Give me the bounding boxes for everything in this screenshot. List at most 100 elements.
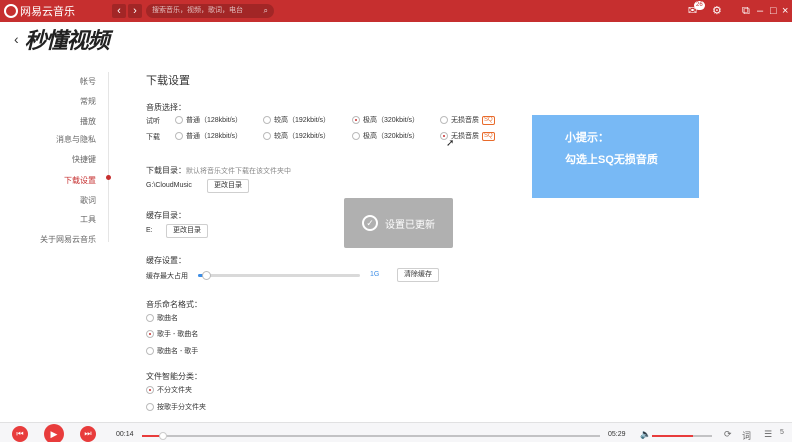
- naming-format-option[interactable]: 歌曲名 - 歌手: [146, 346, 198, 356]
- radio-button-icon[interactable]: [352, 116, 360, 124]
- smart-folder-option[interactable]: 不分文件夹: [146, 385, 192, 395]
- cache-slider-handle[interactable]: [202, 271, 212, 280]
- close-icon[interactable]: ×: [782, 4, 788, 18]
- cache-size-value: 1G: [370, 271, 380, 278]
- quality-option-label: 极高（320kbit/s）: [363, 117, 420, 124]
- clear-cache-button[interactable]: 清除缓存: [397, 268, 439, 282]
- radio-button-icon[interactable]: [146, 347, 154, 355]
- quality-option[interactable]: 普通（128kbit/s）: [175, 131, 242, 141]
- back-arrow-icon[interactable]: ‹: [14, 31, 19, 47]
- check-circle-icon: ✓: [362, 215, 378, 231]
- radio-button-icon[interactable]: [146, 330, 154, 338]
- search-icon[interactable]: ⌕: [264, 4, 268, 18]
- quality-option-label: 较高（192kbit/s）: [274, 133, 331, 140]
- netease-logo-icon: [4, 4, 18, 18]
- cache-dir-path: E:: [146, 227, 153, 234]
- search-placeholder: 搜索音乐，视频，歌词，电台: [152, 7, 243, 14]
- lyrics-icon[interactable]: 词: [742, 429, 751, 442]
- cache-max-label: 缓存最大占用: [146, 273, 188, 280]
- page-title: 下载设置: [146, 75, 190, 87]
- app-name: 网易云音乐: [20, 6, 75, 18]
- change-download-dir-button[interactable]: 更改目录: [207, 179, 249, 193]
- naming-format-option[interactable]: 歌曲名: [146, 313, 178, 323]
- current-time: 00:14: [116, 431, 134, 438]
- player-bar: ⏮ ▶ ⏭ 00:14 05:29 🔈 ⟳ 词 ☰ 5: [0, 422, 792, 442]
- quality-option-label: 无损音质: [451, 117, 479, 124]
- radio-button-icon[interactable]: [146, 314, 154, 322]
- loop-mode-icon[interactable]: ⟳: [724, 429, 732, 440]
- naming-format-option-label: 歌曲名: [157, 315, 178, 322]
- quality-option-label: 极高（320kbit/s）: [363, 133, 420, 140]
- quality-row-label: 下载: [146, 134, 160, 141]
- quality-option[interactable]: 无损音质 SQ: [440, 131, 495, 141]
- tip-title: 小提示：: [565, 132, 609, 144]
- cache-size-slider[interactable]: [198, 271, 360, 280]
- settings-gear-icon[interactable]: ⚙: [712, 4, 722, 18]
- settings-updated-toast: ✓ 设置已更新: [344, 198, 453, 248]
- playlist-count: 5: [780, 429, 784, 436]
- radio-button-icon[interactable]: [440, 132, 448, 140]
- sidebar-item[interactable]: 关于网易云音乐: [40, 234, 96, 245]
- playback-progress-bar[interactable]: [142, 432, 600, 440]
- sidebar-item[interactable]: 播放: [80, 116, 96, 127]
- radio-button-icon[interactable]: [440, 116, 448, 124]
- title-bar: 网易云音乐 ‹ › 搜索音乐，视频，歌词，电台 ⌕ ✉ 26 ⚙ ⧉ – □ ×: [0, 0, 792, 22]
- sidebar-item[interactable]: 歌词: [80, 195, 96, 206]
- smart-folder-label: 文件智能分类：: [146, 372, 202, 381]
- naming-format-option-label: 歌手 - 歌曲名: [157, 331, 199, 338]
- volume-slider[interactable]: [652, 435, 712, 437]
- back-nav-button[interactable]: ‹: [112, 4, 126, 18]
- smart-folder-option[interactable]: 按歌手分文件夹: [146, 402, 206, 412]
- quality-option[interactable]: 极高（320kbit/s）: [352, 115, 419, 125]
- radio-button-icon[interactable]: [146, 386, 154, 394]
- previous-track-icon[interactable]: ⏮: [12, 426, 28, 442]
- sidebar-item[interactable]: 下载设置: [64, 175, 96, 186]
- quality-option-label: 较高（192kbit/s）: [274, 117, 331, 124]
- notification-badge: 26: [694, 1, 705, 10]
- radio-button-icon[interactable]: [263, 132, 271, 140]
- progress-handle[interactable]: [158, 432, 167, 440]
- play-icon[interactable]: ▶: [44, 424, 64, 442]
- radio-button-icon[interactable]: [352, 132, 360, 140]
- minimize-icon[interactable]: –: [757, 4, 763, 18]
- download-dir-path: G:\CloudMusic: [146, 182, 192, 189]
- maximize-icon[interactable]: □: [770, 4, 777, 18]
- sq-badge: SQ: [482, 115, 495, 125]
- radio-button-icon[interactable]: [263, 116, 271, 124]
- quality-option[interactable]: 极高（320kbit/s）: [352, 131, 419, 141]
- tip-body: 勾选上SQ无损音质: [565, 154, 658, 166]
- forward-nav-button[interactable]: ›: [128, 4, 142, 18]
- sidebar-item[interactable]: 常规: [80, 96, 96, 107]
- search-input[interactable]: 搜索音乐，视频，歌词，电台 ⌕: [146, 4, 274, 18]
- radio-button-icon[interactable]: [175, 116, 183, 124]
- smart-folder-option-label: 按歌手分文件夹: [157, 404, 206, 411]
- smart-folder-option-label: 不分文件夹: [157, 387, 192, 394]
- sidebar-item[interactable]: 帐号: [80, 76, 96, 87]
- app-logo[interactable]: 网易云音乐: [4, 3, 75, 19]
- sidebar-rail: [108, 72, 109, 242]
- change-cache-dir-button[interactable]: 更改目录: [166, 224, 208, 238]
- cache-settings-label: 缓存设置：: [146, 256, 186, 265]
- quality-option[interactable]: 较高（192kbit/s）: [263, 115, 330, 125]
- sidebar-active-dot: [106, 175, 111, 180]
- naming-format-option-label: 歌曲名 - 歌手: [157, 348, 199, 355]
- quality-option[interactable]: 较高（192kbit/s）: [263, 131, 330, 141]
- next-track-icon[interactable]: ⏭: [80, 426, 96, 442]
- quality-option-label: 普通（128kbit/s）: [186, 133, 243, 140]
- naming-format-option[interactable]: 歌手 - 歌曲名: [146, 329, 198, 339]
- quality-label: 音质选择：: [146, 103, 186, 112]
- watermark: ‹ 秒懂视频: [14, 26, 110, 53]
- sidebar-item[interactable]: 快捷键: [72, 154, 96, 165]
- sidebar-item[interactable]: 工具: [80, 214, 96, 225]
- sidebar-item[interactable]: 消息与隐私: [56, 134, 96, 145]
- tip-overlay: 小提示： 勾选上SQ无损音质: [532, 115, 699, 198]
- mini-mode-icon[interactable]: ⧉: [742, 4, 750, 18]
- volume-icon[interactable]: 🔈: [640, 429, 651, 440]
- quality-option[interactable]: 普通（128kbit/s）: [175, 115, 242, 125]
- radio-button-icon[interactable]: [146, 403, 154, 411]
- playlist-icon[interactable]: ☰: [764, 429, 772, 440]
- quality-option[interactable]: 无损音质 SQ: [440, 115, 495, 125]
- download-dir-label: 下载目录：: [146, 166, 186, 175]
- quality-option-label: 无损音质: [451, 133, 479, 140]
- radio-button-icon[interactable]: [175, 132, 183, 140]
